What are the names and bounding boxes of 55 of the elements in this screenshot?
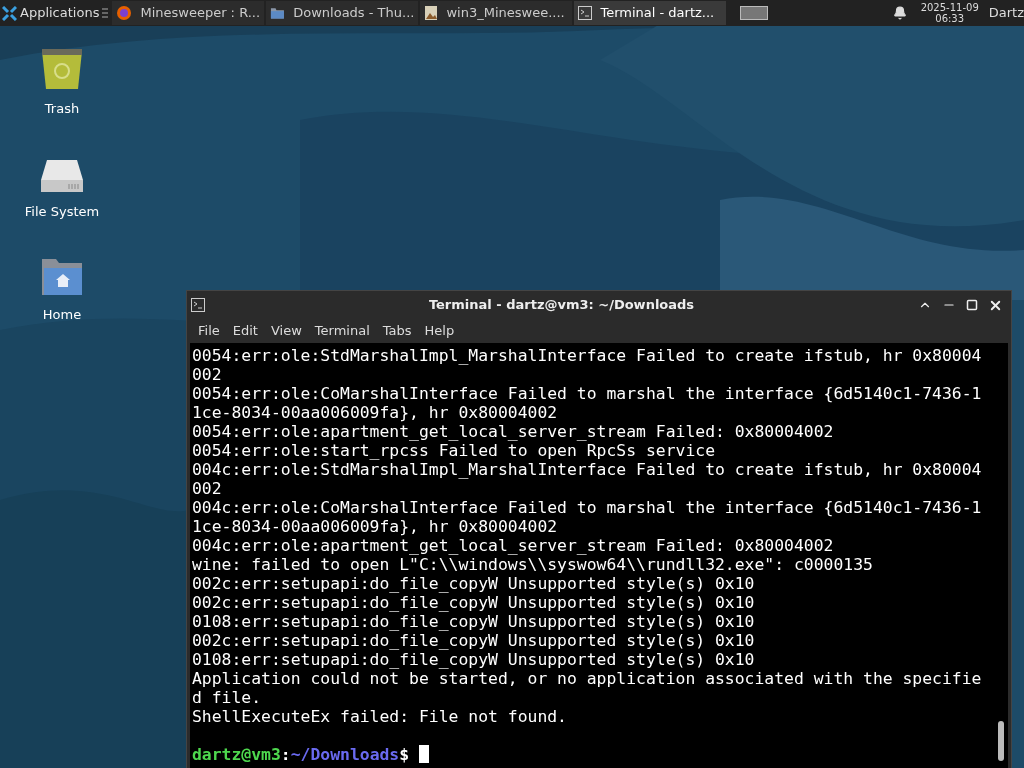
maximize-icon[interactable] — [966, 299, 978, 311]
terminal-icon — [191, 298, 205, 312]
window-title: Terminal - dartz@vm3: ~/Downloads — [427, 296, 696, 315]
terminal-line: 1ce-8034-00aa006009fa}, hr 0x80004002 — [192, 403, 558, 422]
user-name[interactable]: Dartz — [988, 3, 1024, 23]
taskbar-item[interactable]: Downloads - Thu... — [266, 1, 419, 25]
terminal-line: 004c:err:ole:CoMarshalInterface Failed to marshal the interface {6d5140c1-7436-1 — [192, 498, 982, 517]
menu-item[interactable]: File — [198, 321, 220, 341]
notification-icon[interactable] — [892, 6, 907, 20]
browser-icon — [116, 5, 133, 21]
terminal-line: 004c:err:ole:StdMarshalImpl_MarshalInterface Failed to create ifstub, hr 0x80004 — [192, 460, 982, 479]
prompt-user: dartz@vm3 — [192, 745, 281, 764]
scrollbar-thumb[interactable] — [998, 721, 1004, 761]
text-cursor — [419, 745, 430, 763]
applications-menu[interactable]: Applications — [0, 0, 113, 26]
terminal-icon — [578, 6, 593, 20]
terminal-line: 004c:err:ole:apartment_get_local_server_stream Failed: 0x80004002 — [192, 536, 834, 555]
terminal-line: 002c:err:setupapi:do_file_copyW Unsupported style(s) 0x10 — [192, 631, 755, 650]
taskbar-item[interactable]: win3_Mineswee.... — [420, 1, 573, 25]
app-logo-icon — [2, 5, 17, 21]
desktop-icon-label[interactable]: Home — [42, 304, 82, 324]
drive-icon — [39, 157, 85, 194]
terminal-line: d file. — [192, 688, 262, 707]
taskbar-item[interactable]: Minesweeper : R... — [112, 1, 265, 25]
menu-item[interactable]: Tabs — [382, 321, 412, 341]
clock-date: 2025-11-09 — [920, 2, 979, 13]
menu-item[interactable]: Help — [424, 321, 455, 341]
terminal-line: 002 — [192, 479, 222, 498]
menu-item[interactable]: Edit — [232, 321, 258, 341]
terminal-line: 002c:err:setupapi:do_file_copyW Unsupported style(s) 0x10 — [192, 574, 755, 593]
menu-icon — [102, 8, 109, 18]
terminal-line: ShellExecuteEx failed: File not found. — [192, 707, 567, 726]
terminal-line: 0108:err:setupapi:do_file_copyW Unsupported style(s) 0x10 — [192, 650, 755, 669]
desktop-icon-label[interactable]: File System — [24, 201, 100, 221]
terminal-line: 0108:err:setupapi:do_file_copyW Unsupported style(s) 0x10 — [192, 612, 755, 631]
terminal-line: 0054:err:ole:apartment_get_local_server_stream Failed: 0x80004002 — [192, 422, 834, 441]
terminal-line: 0054:err:ole:CoMarshalInterface Failed to marshal the interface {6d5140c1-7436-1 — [192, 384, 982, 403]
prompt-symbol: $ — [399, 745, 410, 764]
terminal-line: 002 — [192, 365, 222, 384]
folder-icon — [270, 6, 286, 20]
taskbar-item[interactable]: Terminal - dartz... — [574, 1, 727, 25]
terminal-line: 1ce-8034-00aa006009fa}, hr 0x80004002 — [192, 517, 558, 536]
prompt-path: ~/Downloads — [290, 745, 400, 764]
menu-item[interactable]: Terminal — [314, 321, 370, 341]
terminal-line: 002c:err:setupapi:do_file_copyW Unsupported style(s) 0x10 — [192, 593, 755, 612]
terminal-line: 0054:err:ole:start_rpcss Failed to open RpcSs service — [192, 441, 715, 460]
terminal-line: 0054:err:ole:StdMarshalImpl_MarshalInterface Failed to create ifstub, hr 0x80004 — [192, 346, 982, 365]
prompt-separator: : — [280, 745, 291, 764]
desktop-icon-label[interactable]: Trash — [44, 98, 80, 118]
clock-time: 06:33 — [935, 13, 965, 24]
menu-item[interactable]: View — [270, 321, 302, 341]
terminal-line: Application could not be started, or no application associated with the specifie — [192, 669, 982, 688]
image-icon — [424, 5, 439, 21]
terminal-line: wine: failed to open L"C:\\windows\\syswow64\\rundll32.exe": c0000135 — [192, 555, 873, 574]
workspace-switcher[interactable] — [740, 6, 769, 20]
